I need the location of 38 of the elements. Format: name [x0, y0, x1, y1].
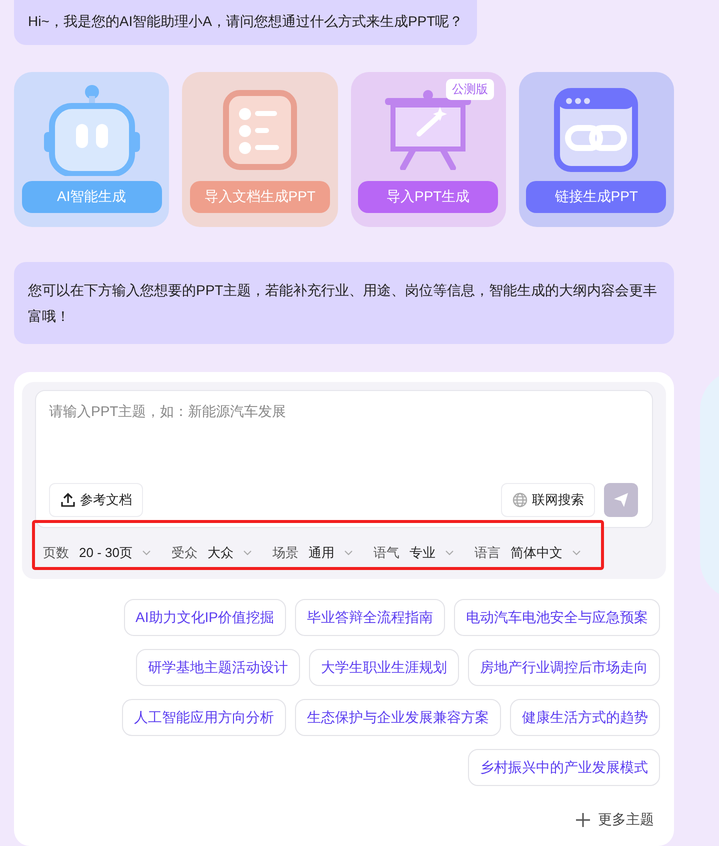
plus-icon [576, 813, 590, 827]
option-dropdown[interactable]: 受众 大众 [171, 544, 252, 562]
upload-icon [60, 492, 76, 508]
caret-icon [344, 550, 354, 556]
topic-chip[interactable]: 研学基地主题活动设计 [136, 649, 300, 686]
reference-document-button[interactable]: 参考文档 [49, 483, 143, 517]
assistant-message: 您可以在下方输入您想要的PPT主题，若能补充行业、用途、岗位等信息，智能生成的大纲内容会更丰富哦！ [14, 262, 674, 344]
option-dropdown[interactable]: 场景 通用 [272, 544, 354, 562]
topic-chip[interactable]: 乡村振兴中的产业发展模式 [468, 749, 660, 786]
topic-chip[interactable]: 电动汽车电池安全与应急预案 [454, 599, 660, 636]
list-document-icon [222, 90, 297, 170]
topic-input-field[interactable]: 请输入PPT主题，如：新能源汽车发展 参考文档 联网搜索 [35, 390, 653, 528]
mode-card[interactable]: 链接生成PPT [518, 72, 674, 227]
topic-chip[interactable]: AI助力文化IP价值挖掘 [124, 599, 286, 636]
option-dropdown[interactable]: 语气 专业 [373, 544, 454, 562]
topic-chip[interactable]: 人工智能应用方向分析 [122, 699, 286, 736]
caret-icon [445, 550, 454, 556]
send-icon [613, 492, 629, 508]
mode-card[interactable]: 公测版 导入PPT生成 [350, 72, 506, 227]
assistant-message: Hi~，我是您的AI智能助理小A，请问您想通过什么方式来生成PPT呢？ [14, 0, 478, 45]
globe-icon [512, 492, 528, 508]
topic-chip[interactable]: 大学生职业生涯规划 [309, 649, 459, 686]
more-topics-button[interactable]: 更多主题 [576, 811, 654, 829]
caret-icon [142, 550, 152, 556]
beta-badge: 公测版 [446, 79, 494, 100]
send-button[interactable] [604, 483, 638, 517]
topic-chip[interactable]: 房地产行业调控后市场走向 [468, 649, 660, 686]
option-dropdown[interactable]: 页数 20 - 30页 [43, 544, 152, 562]
topic-chip[interactable]: 毕业答辩全流程指南 [295, 599, 445, 636]
option-dropdown[interactable]: 语言 简体中文 [474, 544, 582, 562]
topic-chip[interactable]: 生态保护与企业发展兼容方案 [295, 699, 501, 736]
web-search-toggle[interactable]: 联网搜索 [501, 483, 595, 517]
mode-button[interactable]: 链接生成PPT [526, 181, 666, 213]
mode-button[interactable]: 导入PPT生成 [358, 181, 498, 213]
browser-link-icon [554, 88, 638, 172]
caret-icon [243, 550, 252, 556]
topic-chip[interactable]: 健康生活方式的趋势 [510, 699, 660, 736]
caret-icon [572, 550, 582, 556]
